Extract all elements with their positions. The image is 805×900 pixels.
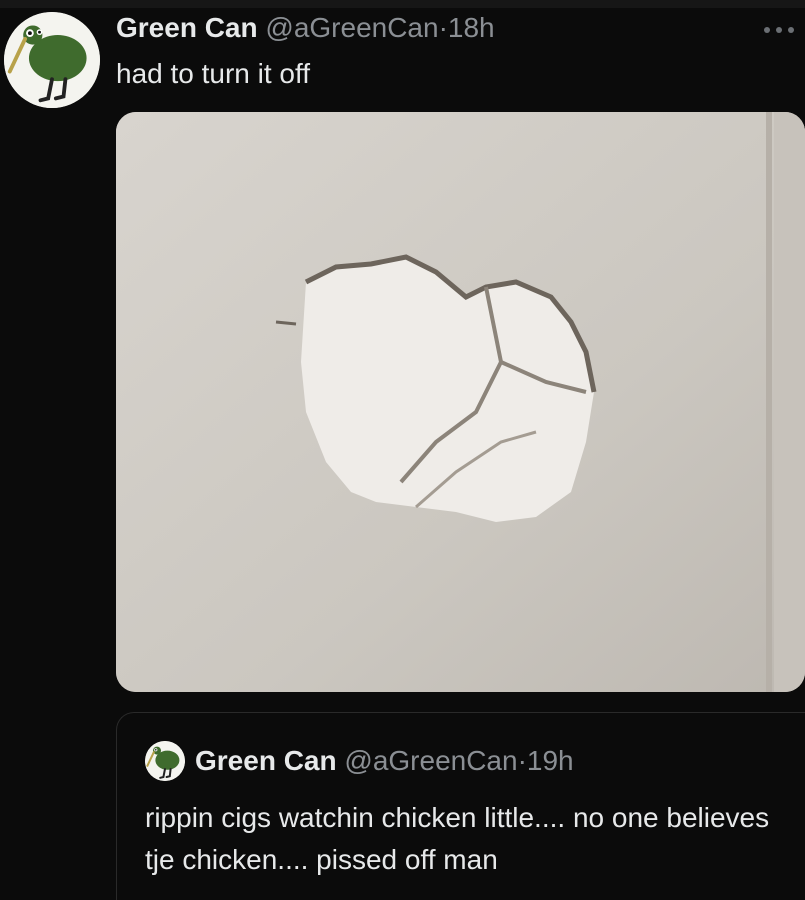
tweet-timestamp[interactable]: 18h: [448, 12, 495, 43]
quoted-tweet-text: rippin cigs watchin chicken little.... n…: [145, 802, 770, 875]
wall-hole-photo: [116, 112, 805, 692]
quoted-author-avatar[interactable]: [145, 741, 185, 781]
tweet-text: had to turn it off: [116, 58, 311, 89]
tweet-header: Green Can @aGreenCan·18h: [116, 12, 495, 44]
quoted-tweet-timestamp[interactable]: 19h: [527, 745, 574, 776]
more-options-icon[interactable]: [759, 14, 799, 44]
author-name[interactable]: Green Can: [116, 12, 258, 43]
quoted-tweet-card[interactable]: Green Can @aGreenCan·19h rippin cigs wat…: [116, 712, 805, 900]
kiwi-bird-icon: [145, 741, 185, 781]
tweet-media-image[interactable]: [116, 112, 805, 692]
kiwi-bird-icon: [4, 12, 100, 108]
quoted-tweet-header: Green Can @aGreenCan·19h: [195, 745, 574, 777]
author-handle[interactable]: @aGreenCan: [265, 12, 438, 43]
quoted-author-name[interactable]: Green Can: [195, 745, 337, 776]
quoted-separator-dot: ·: [517, 745, 527, 776]
top-divider: [0, 0, 805, 8]
quoted-author-handle[interactable]: @aGreenCan: [344, 745, 517, 776]
author-avatar[interactable]: [4, 12, 100, 108]
separator-dot: ·: [438, 12, 448, 43]
